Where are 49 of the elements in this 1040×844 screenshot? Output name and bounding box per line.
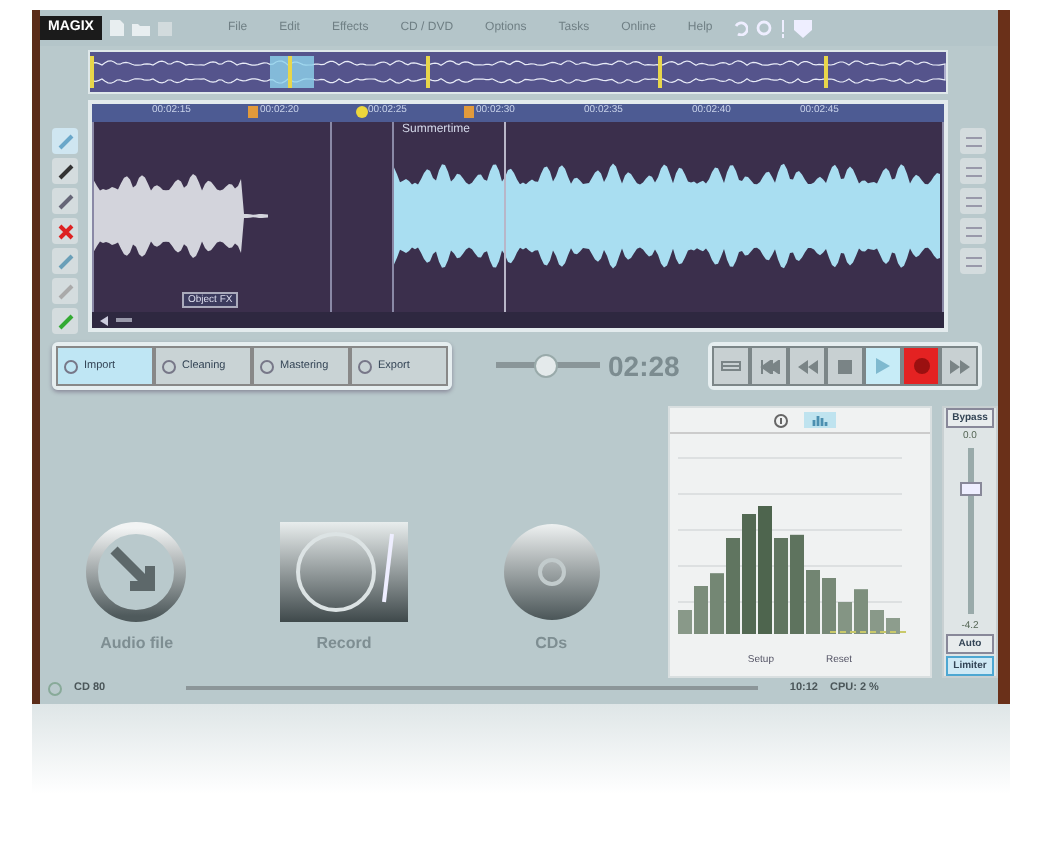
skip-back-icon — [759, 359, 779, 373]
new-file-icon[interactable] — [109, 20, 124, 36]
circle-icon — [260, 359, 274, 373]
transport-button[interactable] — [712, 346, 750, 386]
view-button[interactable] — [960, 218, 986, 244]
transport-button[interactable] — [750, 346, 788, 386]
view-button[interactable] — [960, 158, 986, 184]
folder-icon[interactable] — [131, 21, 150, 35]
view-button[interactable] — [960, 248, 986, 274]
help-icon[interactable] — [780, 19, 787, 37]
view-button[interactable] — [960, 188, 986, 214]
shield-icon[interactable] — [794, 19, 813, 37]
info-icon — [773, 413, 787, 427]
scroll-left-icon[interactable] — [100, 315, 108, 325]
arrangement-overview[interactable] — [88, 50, 948, 94]
play-icon — [876, 358, 890, 374]
marker-icon[interactable] — [356, 106, 368, 118]
tool-button[interactable] — [52, 158, 78, 184]
cd-icon — [501, 522, 602, 622]
transport-button[interactable] — [788, 346, 826, 386]
stop-icon — [838, 359, 852, 373]
turntable-icon — [279, 522, 408, 622]
transport-button[interactable] — [864, 346, 902, 386]
lines-icon — [965, 255, 981, 267]
lines-icon — [965, 165, 981, 177]
view-button[interactable] — [960, 128, 986, 154]
circle-icon — [64, 359, 78, 373]
rewind-icon — [797, 359, 817, 373]
save-icon[interactable] — [157, 21, 172, 35]
transport-button[interactable] — [902, 346, 940, 386]
lines-icon — [965, 135, 981, 147]
circle-icon — [162, 359, 176, 373]
fast-forward-icon — [949, 359, 969, 373]
close-icon — [57, 223, 73, 239]
circle-icon — [358, 359, 372, 373]
marker-icon[interactable] — [248, 106, 258, 118]
record-icon — [913, 358, 929, 374]
marker-icon[interactable] — [464, 106, 474, 118]
analyzer-tab[interactable] — [804, 412, 836, 428]
undo-icon[interactable] — [732, 20, 749, 36]
time-display: 02:28 — [608, 350, 680, 382]
lines-icon — [965, 195, 981, 207]
scroll-thumb[interactable] — [116, 318, 132, 322]
transport-button[interactable] — [940, 346, 978, 386]
transport-button[interactable] — [826, 346, 864, 386]
bar-chart-icon — [811, 414, 829, 426]
tool-button[interactable] — [52, 188, 78, 214]
scrollbar[interactable] — [92, 312, 944, 328]
lines-icon — [965, 225, 981, 237]
